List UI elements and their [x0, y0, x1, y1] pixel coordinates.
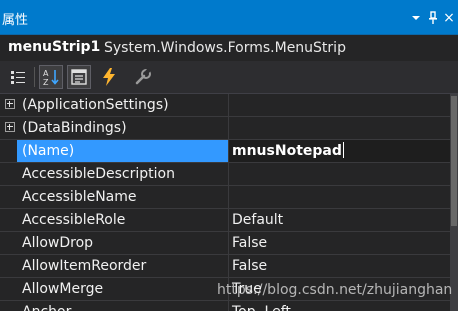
name-value-text[interactable]: mnusNotepad [232, 143, 342, 159]
expand-plus-icon[interactable] [5, 122, 15, 132]
vertical-scrollbar[interactable] [450, 94, 458, 311]
toolbar-separator [34, 67, 35, 87]
property-name: (ApplicationSettings) [22, 97, 169, 113]
property-row-anchor[interactable]: Anchor Top, Left [0, 301, 450, 311]
property-name: AccessibleDescription [22, 166, 175, 182]
properties-toolbar: A Z [0, 61, 458, 94]
property-row-databindings[interactable]: (DataBindings) [0, 117, 450, 140]
property-row-accessibledescription[interactable]: AccessibleDescription [0, 163, 450, 186]
property-name: AllowItemReorder [22, 258, 147, 274]
property-pages-wrench-icon[interactable] [131, 65, 155, 89]
categorized-icon[interactable] [6, 65, 30, 89]
property-value[interactable] [229, 186, 450, 208]
property-value[interactable]: False [229, 255, 450, 277]
properties-icon[interactable] [67, 65, 91, 89]
expand-plus-icon[interactable] [5, 99, 15, 109]
close-icon[interactable]: × [442, 11, 456, 25]
panel-title: 属性 [2, 13, 29, 28]
events-lightning-icon[interactable] [97, 65, 121, 89]
scrollbar-thumb[interactable] [451, 96, 457, 226]
property-row-accessiblerole[interactable]: AccessibleRole Default [0, 209, 450, 232]
property-name: AllowDrop [22, 235, 94, 251]
property-name: Anchor [17, 301, 228, 311]
svg-text:A: A [43, 69, 49, 78]
watermark: https://blog.csdn.net/zhujianghan [217, 282, 453, 298]
property-name: AllowMerge [22, 281, 104, 297]
property-name: (DataBindings) [22, 120, 127, 136]
svg-text:Z: Z [43, 78, 49, 87]
property-row-allowitemreorder[interactable]: AllowItemReorder False [0, 255, 450, 278]
property-row-accessiblename[interactable]: AccessibleName [0, 186, 450, 209]
property-name: AccessibleRole [22, 212, 126, 228]
property-row-applicationsettings[interactable]: (ApplicationSettings) [0, 94, 450, 117]
property-row-allowdrop[interactable]: AllowDrop False [0, 232, 450, 255]
property-value[interactable]: Top, Left [229, 301, 450, 311]
chevron-down-icon[interactable] [409, 11, 423, 25]
alphabetical-icon[interactable]: A Z [39, 65, 63, 89]
object-type: System.Windows.Forms.MenuStrip [104, 40, 346, 56]
property-name: (Name) [17, 140, 228, 162]
pin-icon[interactable] [426, 11, 440, 25]
text-caret [342, 142, 344, 158]
property-grid: (ApplicationSettings) (DataBindings) (Na… [0, 94, 450, 311]
property-value[interactable] [229, 94, 450, 116]
name-value-input[interactable]: mnusNotepad [229, 140, 450, 162]
property-value[interactable]: Default [229, 209, 450, 231]
object-selector[interactable]: menuStrip1 System.Windows.Forms.MenuStri… [0, 35, 458, 61]
property-value[interactable] [229, 163, 450, 185]
properties-title-bar: 属性 × [0, 0, 458, 35]
object-name: menuStrip1 [8, 39, 101, 55]
property-value[interactable] [229, 117, 450, 139]
property-name: AccessibleName [22, 189, 137, 205]
property-value[interactable]: False [229, 232, 450, 254]
property-row-name[interactable]: (Name) mnusNotepad [0, 140, 450, 163]
